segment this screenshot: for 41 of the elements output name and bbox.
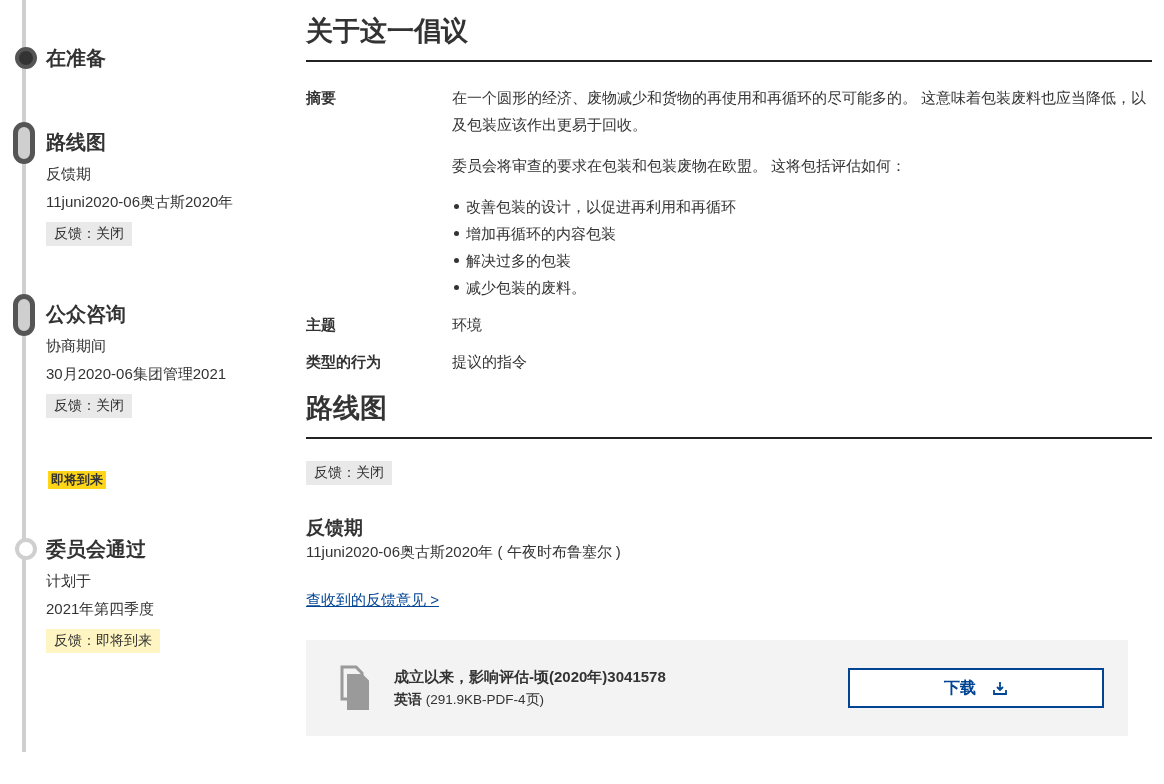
feedback-tag: 反馈：关闭 [46,222,132,246]
bullet-icon [454,231,459,236]
field-value: 提议的指令 [452,352,528,372]
stage-text: 协商期间 [46,336,107,356]
field-label: 类型的行为 [306,352,382,372]
document-icon [338,665,372,711]
section-heading: 关于这一倡议 [306,15,469,48]
stage-title: 路线图 [46,130,107,155]
stage-text: 反馈期 [46,164,92,184]
field-value: 委员会将审查的要求在包装和包装废物在欧盟。 这将包括评估如何： [452,156,908,176]
feedback-tag: 反馈：关闭 [46,394,132,418]
list-item: 增加再循环的内容包装 [466,224,616,244]
list-item: 减少包装的废料。 [466,278,586,298]
download-icon [992,680,1008,696]
document-size: (291.9KB-PDF-4页) [425,691,545,707]
stage-title: 委员会通过 [46,537,147,562]
list-item: 改善包装的设计，以促进再利用和再循环 [466,197,736,217]
bullet-icon [454,258,459,263]
document-title: 成立以来，影响评估-顷(2020年)3041578 [394,667,667,687]
stage-text: 30月2020-06集团管理2021 [46,364,228,384]
feedback-tag: 反馈：关闭 [306,461,392,485]
bullet-icon [454,204,459,209]
document-language: 英语 [394,691,422,707]
list-item: 解决过多的包装 [466,251,571,271]
period-title: 反馈期 [306,516,364,540]
upcoming-badge: 即将到来 [48,471,106,489]
bullet-icon [454,285,459,290]
field-label: 主题 [306,315,337,335]
feedback-link[interactable]: 查收到的反馈意见 > [306,591,439,610]
download-button[interactable]: 下载 [848,668,1104,708]
field-value: 环境 [452,315,483,335]
period-dates: 11juni2020-06奥古斯2020年 ( 午夜时布鲁塞尔 ) [306,542,622,562]
stage-text: 2021年第四季度 [46,599,156,619]
field-label: 摘要 [306,88,337,108]
stage-title: 在准备 [46,46,107,71]
stage-title: 公众咨询 [46,302,127,327]
feedback-tag: 反馈：即将到来 [46,629,160,653]
section-heading: 路线图 [306,392,388,425]
stage-text: 11juni2020-06奥古斯2020年 [46,192,235,212]
field-value: 在一个圆形的经济、废物减少和货物的再使用和再循环的尽可能多的。 这意味着包装废料也应当降低，以及包装应该作出更易于回收。 [452,88,1148,135]
stage-text: 计划于 [46,571,92,591]
